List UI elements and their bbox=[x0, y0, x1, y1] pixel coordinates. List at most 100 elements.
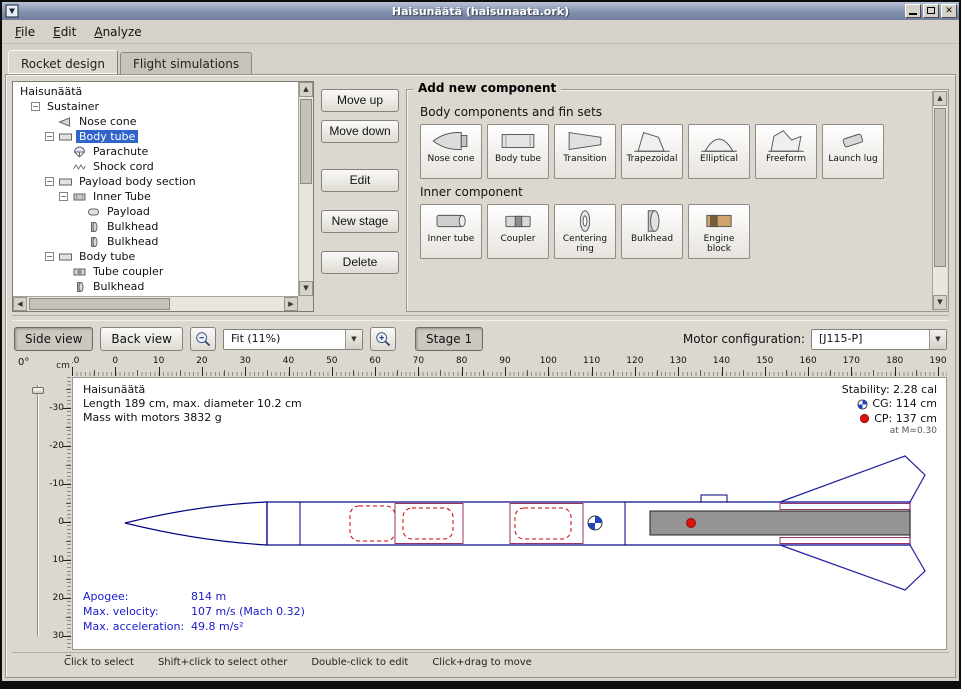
motor-configuration-select[interactable]: [J115-P] ▼ bbox=[811, 329, 947, 350]
tree-item-shock-cord[interactable]: Shock cord bbox=[13, 159, 298, 174]
tree-expander-icon[interactable]: − bbox=[31, 102, 40, 111]
ruler-label: 20 bbox=[53, 593, 64, 603]
tree-item-bulkhead[interactable]: Bulkhead bbox=[13, 234, 298, 249]
minimize-button[interactable] bbox=[905, 4, 921, 18]
add-trapezoidal-button[interactable]: Trapezoidal bbox=[621, 124, 683, 179]
elliptical-icon bbox=[697, 127, 741, 155]
component-label: Trapezoidal bbox=[624, 155, 679, 165]
bulkhead-icon bbox=[72, 281, 87, 293]
tree-action-buttons: Move up Move down Edit New stage Delete bbox=[321, 81, 399, 312]
rocket-canvas[interactable]: Haisunäätä Length 189 cm, max. diameter … bbox=[72, 377, 947, 650]
move-up-button[interactable]: Move up bbox=[321, 89, 399, 112]
tree-expander-icon[interactable]: − bbox=[45, 132, 54, 141]
scroll-up-icon[interactable]: ▲ bbox=[299, 82, 313, 97]
bodytube-icon bbox=[58, 131, 73, 143]
launch-lug-icon bbox=[831, 127, 875, 155]
tree-vertical-scrollbar[interactable]: ▲ ▼ bbox=[298, 82, 313, 296]
component-label: Launch lug bbox=[826, 155, 879, 165]
add-centering-ring-button[interactable]: Centering ring bbox=[554, 204, 616, 259]
bulkhead-icon bbox=[86, 236, 101, 248]
scroll-up-icon[interactable]: ▲ bbox=[933, 91, 947, 106]
menu-file[interactable]: File bbox=[6, 22, 44, 42]
add-inner-tube-button[interactable]: Inner tube bbox=[420, 204, 482, 259]
rotation-slider-handle[interactable] bbox=[32, 387, 44, 394]
stage-1-toggle[interactable]: Stage 1 bbox=[415, 327, 483, 351]
tab-rocket-design[interactable]: Rocket design bbox=[8, 50, 118, 74]
new-stage-button[interactable]: New stage bbox=[321, 210, 399, 233]
tab-flight-simulations[interactable]: Flight simulations bbox=[120, 52, 252, 74]
add-freeform-button[interactable]: Freeform bbox=[755, 124, 817, 179]
rocket-length: Length 189 cm, max. diameter 10.2 cm bbox=[83, 397, 302, 411]
freeform-icon bbox=[764, 127, 808, 155]
rotation-slider[interactable] bbox=[32, 385, 44, 636]
nosecone-icon bbox=[58, 116, 73, 128]
zoom-in-button[interactable] bbox=[370, 327, 396, 351]
menu-analyze[interactable]: Analyze bbox=[85, 22, 150, 42]
tree-item-bulkhead[interactable]: Bulkhead bbox=[13, 219, 298, 234]
ruler-label: 20 bbox=[189, 356, 215, 366]
rotation-angle-label: 0° bbox=[18, 357, 29, 368]
cg-icon bbox=[857, 399, 868, 410]
cp-marker bbox=[687, 519, 696, 528]
component-label: Bulkhead bbox=[629, 235, 675, 245]
shockcord-outline bbox=[403, 508, 453, 539]
transition-icon bbox=[563, 127, 607, 155]
tree-item-payload[interactable]: Payload bbox=[13, 204, 298, 219]
window-icon[interactable] bbox=[5, 4, 19, 18]
scroll-down-icon[interactable]: ▼ bbox=[933, 295, 947, 310]
side-view-button[interactable]: Side view bbox=[14, 327, 93, 351]
tree-item-nose-cone[interactable]: Nose cone bbox=[13, 114, 298, 129]
centering-ring-icon bbox=[563, 207, 607, 235]
ruler-label: 160 bbox=[795, 356, 821, 366]
bulkhead-icon bbox=[86, 221, 101, 233]
title-bar[interactable]: Haisunäätä (haisunaata.ork) ✕ bbox=[2, 2, 959, 20]
tree-expander-icon[interactable]: − bbox=[45, 252, 54, 261]
tree-item-body-tube[interactable]: −Body tube bbox=[13, 129, 298, 144]
scroll-thumb[interactable] bbox=[29, 298, 170, 310]
add-nose-cone-button[interactable]: Nose cone bbox=[420, 124, 482, 179]
tree-item-label: Parachute bbox=[90, 145, 151, 158]
tree-item-payload-body-section[interactable]: − Payload body section bbox=[13, 174, 298, 189]
move-down-button[interactable]: Move down bbox=[321, 120, 399, 143]
add-engine-block-button[interactable]: Engine block bbox=[688, 204, 750, 259]
add-panel-scrollbar[interactable]: ▲ ▼ bbox=[932, 91, 947, 310]
edit-button[interactable]: Edit bbox=[321, 169, 399, 192]
tree-expander-icon[interactable]: − bbox=[45, 177, 54, 186]
close-button[interactable]: ✕ bbox=[941, 4, 957, 18]
tree-expander-icon[interactable]: − bbox=[59, 192, 68, 201]
maximize-button[interactable] bbox=[923, 4, 939, 18]
add-bulkhead-button[interactable]: Bulkhead bbox=[621, 204, 683, 259]
tree-item-label: Payload body section bbox=[76, 175, 199, 188]
tree-item-parachute[interactable]: Parachute bbox=[13, 144, 298, 159]
scroll-thumb[interactable] bbox=[300, 99, 312, 184]
scroll-down-icon[interactable]: ▼ bbox=[299, 281, 313, 296]
add-body-tube-button[interactable]: Body tube bbox=[487, 124, 549, 179]
inner-tube-icon bbox=[429, 207, 473, 235]
add-coupler-button[interactable]: Coupler bbox=[487, 204, 549, 259]
stability-info: Stability: 2.28 cal CG: 114 cm CP: 137 c… bbox=[842, 383, 937, 438]
add-launch-lug-button[interactable]: Launch lug bbox=[822, 124, 884, 179]
split-divider[interactable] bbox=[12, 315, 949, 321]
zoom-out-button[interactable] bbox=[190, 327, 216, 351]
tree-horizontal-scrollbar[interactable]: ◀ ▶ bbox=[13, 296, 298, 311]
tree-item-body-tube[interactable]: −Body tube bbox=[13, 249, 298, 264]
zoom-select[interactable]: Fit (11%) ▼ bbox=[223, 329, 363, 350]
scroll-right-icon[interactable]: ▶ bbox=[284, 297, 298, 311]
tree-item-haisun-t[interactable]: Haisunäätä bbox=[13, 84, 298, 99]
tab-bar: Rocket designFlight simulations bbox=[2, 44, 959, 74]
tree-item-tube-coupler[interactable]: Tube coupler bbox=[13, 264, 298, 279]
component-tree[interactable]: Haisunäätä−SustainerNose cone−Body tubeP… bbox=[13, 82, 298, 296]
delete-button[interactable]: Delete bbox=[321, 251, 399, 274]
tree-item-bulkhead[interactable]: Bulkhead bbox=[13, 279, 298, 294]
scroll-thumb[interactable] bbox=[934, 108, 946, 267]
menu-edit[interactable]: Edit bbox=[44, 22, 85, 42]
view-toolbar: Side view Back view Fit (11%) ▼ Stage 1 … bbox=[12, 323, 949, 355]
add-transition-button[interactable]: Transition bbox=[554, 124, 616, 179]
ruler-label: 10 bbox=[146, 356, 172, 366]
tree-item-sustainer[interactable]: −Sustainer bbox=[13, 99, 298, 114]
add-elliptical-button[interactable]: Elliptical bbox=[688, 124, 750, 179]
scroll-left-icon[interactable]: ◀ bbox=[13, 297, 27, 311]
back-view-button[interactable]: Back view bbox=[100, 327, 183, 351]
tree-item-inner-tube[interactable]: −Inner Tube bbox=[13, 189, 298, 204]
tree-item-label: Sustainer bbox=[44, 100, 102, 113]
